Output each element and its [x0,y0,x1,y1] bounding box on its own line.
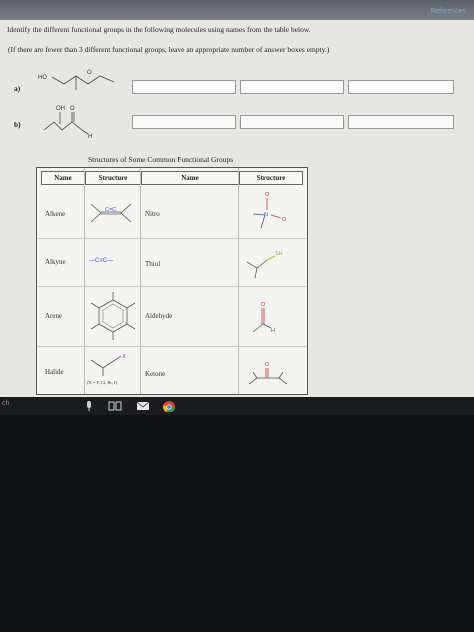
nitro-o-right: O [282,217,287,223]
molecule-b-h-label: H [88,134,92,140]
nitro-o-top: O [265,192,270,198]
row-4-right-name: Ketone [145,370,166,378]
molecule-a-o-label: O [87,70,92,76]
molecule-b-oh-label: OH [56,106,65,112]
row-2-left-name: Alkyne [45,258,66,266]
windows-taskbar [0,397,474,415]
top-toolbar: References [0,0,474,20]
molecule-a-ho-label: HO [38,75,47,81]
part-a-label: a) [14,84,21,93]
answer-box-a-2[interactable] [240,80,344,94]
alkene-structure-label: C=C [105,207,116,213]
col-header-structure-1: Structure [85,171,141,185]
col-header-name-1: Name [41,171,85,185]
row-1-left-name: Alkene [45,210,66,218]
row-3-left-name: Arene [45,312,63,320]
answer-box-b-3[interactable] [348,115,454,129]
row-3-right-name: Aldehyde [145,312,173,320]
thiol-sh: SH [275,251,283,257]
aldehyde-structure: O H [252,302,275,334]
chrome-icon[interactable] [162,400,176,412]
halide-x: X [122,354,126,360]
row-1-right-name: Nitro [145,210,160,218]
answer-box-a-3[interactable] [348,80,454,94]
col-header-name-2: Name [141,171,239,185]
taskbar-search-text[interactable]: ch [2,400,9,407]
ketone-structure: O [248,362,288,385]
mail-icon[interactable] [136,400,150,412]
table-title: Structures of Some Common Functional Gro… [88,155,234,164]
arene-structure [90,292,136,340]
ketone-o: O [265,362,270,368]
molecule-a: HO O [38,70,115,90]
question-instruction: Identify the different functional groups… [7,25,311,34]
alkene-structure: C=C [90,203,132,223]
aldehyde-o: O [261,302,266,308]
task-view-icon[interactable] [108,400,122,412]
molecule-b: OH O H [43,106,92,140]
microphone-icon[interactable] [84,400,94,412]
halide-structure: X [90,354,126,376]
question-note: (If there are fewer than 3 different fun… [8,45,330,54]
aldehyde-h: H [271,328,275,334]
row-2-right-name: Thiol [145,260,161,268]
references-link[interactable]: References [430,8,466,15]
nitro-structure: O N O [252,192,287,229]
thiol-structure: SH [246,251,283,279]
part-b-label: b) [14,120,21,129]
row-4-left-name: Halide [45,368,64,376]
answer-box-a-1[interactable] [132,80,236,94]
alkyne-structure: —C≡C— [89,258,114,264]
functional-groups-table: Name Structure Name Structure Alkene C=C… [36,167,308,395]
col-header-structure-2: Structure [239,171,303,185]
answer-box-b-2[interactable] [240,115,344,129]
halide-note: (X = F, Cl, Br, I) [87,380,117,385]
browser-page: References Identify the different functi… [0,0,474,398]
molecule-b-o-label: O [70,106,75,112]
answer-box-b-1[interactable] [132,115,236,129]
